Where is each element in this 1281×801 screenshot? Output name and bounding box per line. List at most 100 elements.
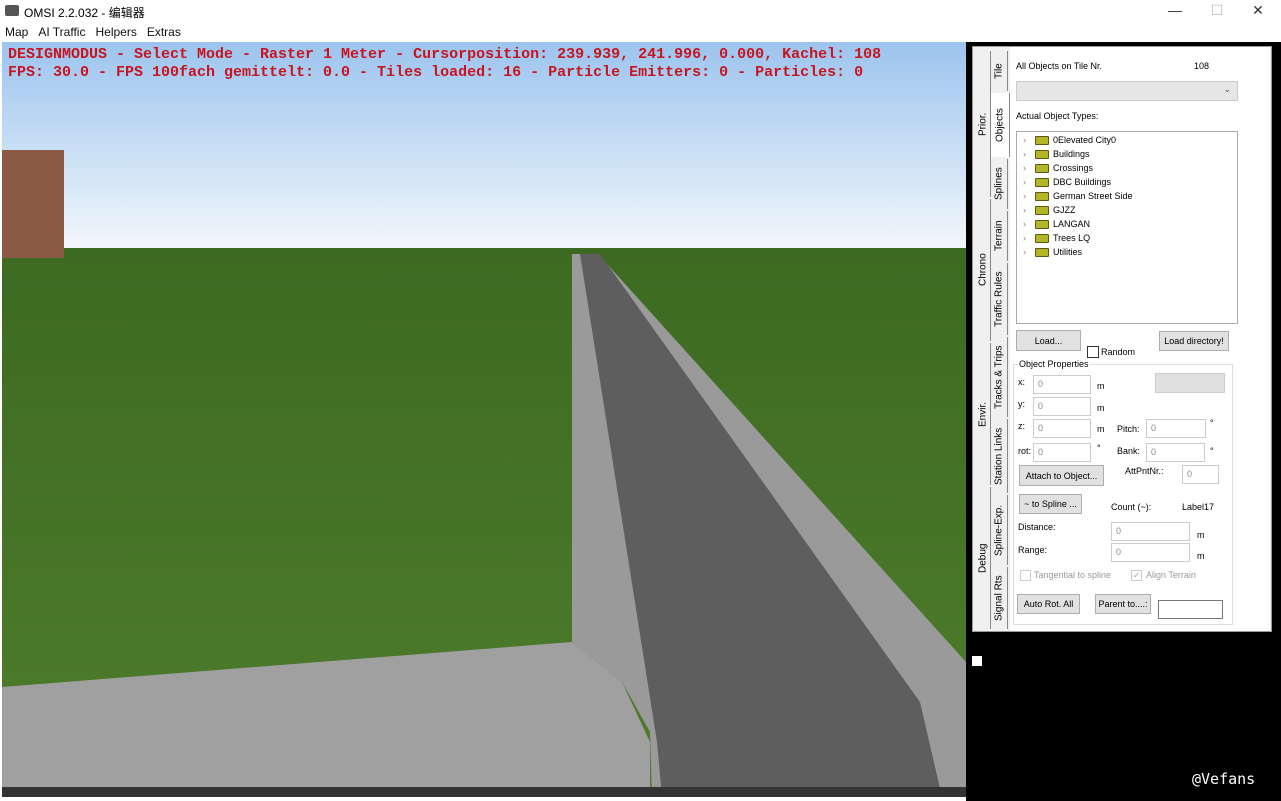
folder-icon <box>1035 191 1049 201</box>
chevron-down-icon: ⌄ <box>1223 84 1231 94</box>
tree-item[interactable]: › DBC Buildings <box>1023 177 1111 187</box>
random-label: Random <box>1101 347 1136 357</box>
x-label: x: <box>1018 377 1026 387</box>
object-properties-label: Object Properties <box>1018 359 1090 369</box>
load-button[interactable]: Load... <box>1016 330 1081 351</box>
align-terrain-checkbox[interactable]: ✓ <box>1131 570 1142 581</box>
color-preview-box[interactable] <box>1155 373 1225 393</box>
tree-item[interactable]: › LANGAN <box>1023 219 1090 229</box>
tab-spline-exp[interactable]: Spline-Exp. <box>991 495 1008 565</box>
menu-extras[interactable]: Extras <box>142 22 186 39</box>
folder-icon <box>1035 233 1049 243</box>
chevron-right-icon: › <box>1023 163 1026 173</box>
folder-icon <box>1035 149 1049 159</box>
chevron-right-icon: › <box>1023 177 1026 187</box>
folder-icon <box>1035 177 1049 187</box>
bank-input[interactable]: 0 <box>1146 443 1205 462</box>
random-checkbox[interactable] <box>1087 346 1099 358</box>
chevron-right-icon: › <box>1023 247 1026 257</box>
x-unit: m <box>1097 381 1105 391</box>
x-input[interactable]: 0 <box>1033 375 1091 394</box>
folder-icon <box>1035 205 1049 215</box>
tab-prior[interactable]: Prior. <box>976 51 991 197</box>
y-unit: m <box>1097 403 1105 413</box>
z-input[interactable]: 0 <box>1033 419 1091 438</box>
tree-item[interactable]: › Utilities <box>1023 247 1082 257</box>
tree-item[interactable]: › 0Elevated City0 <box>1023 135 1116 145</box>
pitch-unit: ° <box>1210 418 1214 428</box>
object-types-label: Actual Object Types: <box>1016 111 1099 121</box>
all-objects-label: All Objects on Tile Nr. <box>1016 61 1103 71</box>
close-button[interactable]: ✕ <box>1243 2 1273 19</box>
hud-line-1: DESIGNMODUS - Select Mode - Raster 1 Met… <box>8 46 882 63</box>
maximize-button[interactable]: ☐ <box>1202 2 1232 19</box>
to-spline-button[interactable]: ~ to Spline ... <box>1019 494 1082 514</box>
tab-chrono[interactable]: Chrono <box>976 199 991 341</box>
tab-traffic-rules[interactable]: Traffic Rules <box>991 263 1008 335</box>
tree-item[interactable]: › Trees LQ <box>1023 233 1090 243</box>
pitch-input[interactable]: 0 <box>1146 419 1206 438</box>
tile-number: 108 <box>1194 61 1210 71</box>
tree-item[interactable]: › Crossings <box>1023 163 1093 173</box>
chevron-right-icon: › <box>1023 191 1026 201</box>
scene <box>2 42 966 797</box>
range-label: Range: <box>1018 545 1048 555</box>
parent-to-button[interactable]: Parent to....: <box>1095 594 1151 614</box>
tree-item[interactable]: › German Street Side <box>1023 191 1133 201</box>
distance-input[interactable]: 0 <box>1111 522 1190 541</box>
object-types-tree[interactable]: › 0Elevated City0 › Buildings › Crossings ›… <box>1016 131 1238 324</box>
menu-ai-traffic[interactable]: AI Traffic <box>33 22 90 39</box>
chevron-right-icon: › <box>1023 233 1026 243</box>
align-terrain-label: Align Terrain <box>1146 570 1196 580</box>
tab-signal-rts[interactable]: Signal Rts <box>991 567 1008 629</box>
count-value: Label17 <box>1182 502 1215 512</box>
tree-item[interactable]: › GJZZ <box>1023 205 1076 215</box>
folder-icon <box>1035 247 1049 257</box>
folder-icon <box>1035 135 1049 145</box>
objects-dropdown[interactable]: ⌄ <box>1016 81 1238 101</box>
menu-bar: Map AI Traffic Helpers Extras <box>0 22 966 42</box>
menu-map[interactable]: Map <box>0 22 33 39</box>
app-icon <box>5 5 19 16</box>
tab-station-links[interactable]: Station Links <box>991 419 1008 493</box>
rot-label: rot: <box>1018 446 1032 456</box>
window-title: OMSI 2.2.032 - 编辑器 <box>24 6 145 20</box>
tab-debug[interactable]: Debug <box>976 487 991 629</box>
chevron-right-icon: › <box>1023 205 1026 215</box>
folder-icon <box>1035 163 1049 173</box>
rot-input[interactable]: 0 <box>1033 443 1091 462</box>
menu-helpers[interactable]: Helpers <box>90 22 141 39</box>
bank-label: Bank: <box>1117 446 1141 456</box>
tab-splines[interactable]: Splines <box>991 159 1008 209</box>
folder-icon <box>1035 219 1049 229</box>
chevron-right-icon: › <box>1023 149 1026 159</box>
auto-rot-all-button[interactable]: Auto Rot. All <box>1017 594 1080 614</box>
tree-item[interactable]: › Buildings <box>1023 149 1090 159</box>
pitch-label: Pitch: <box>1117 424 1140 434</box>
building <box>2 150 64 258</box>
range-input[interactable]: 0 <box>1111 543 1190 562</box>
tab-tracks-trips[interactable]: Tracks & Trips <box>991 337 1008 417</box>
tab-terrain[interactable]: Terrain <box>991 211 1008 261</box>
z-label: z: <box>1018 421 1026 431</box>
bank-unit: ° <box>1210 446 1214 456</box>
tab-envir[interactable]: Envir. <box>976 343 991 485</box>
attpnt-label: AttPntNr.: <box>1125 466 1164 476</box>
parent-input[interactable] <box>1158 600 1223 619</box>
tab-objects[interactable]: Objects <box>991 93 1010 157</box>
count-label: Count (~): <box>1111 502 1152 512</box>
watermark: @Vefans <box>1192 770 1256 788</box>
tangential-checkbox[interactable] <box>1020 570 1031 581</box>
minimize-button[interactable]: — <box>1160 2 1190 18</box>
3d-viewport[interactable]: DESIGNMODUS - Select Mode - Raster 1 Met… <box>2 42 966 797</box>
chevron-right-icon: › <box>1023 135 1026 145</box>
load-directory-button[interactable]: Load directory! <box>1159 331 1229 351</box>
y-label: y: <box>1018 399 1026 409</box>
chevron-right-icon: › <box>1023 219 1026 229</box>
attpnt-input[interactable]: 0 <box>1182 465 1219 484</box>
y-input[interactable]: 0 <box>1033 397 1091 416</box>
z-unit: m <box>1097 424 1105 434</box>
tab-tile[interactable]: Tile <box>991 51 1008 91</box>
attach-to-object-button[interactable]: Attach to Object... <box>1019 465 1104 486</box>
rot-unit: ° <box>1097 443 1101 453</box>
